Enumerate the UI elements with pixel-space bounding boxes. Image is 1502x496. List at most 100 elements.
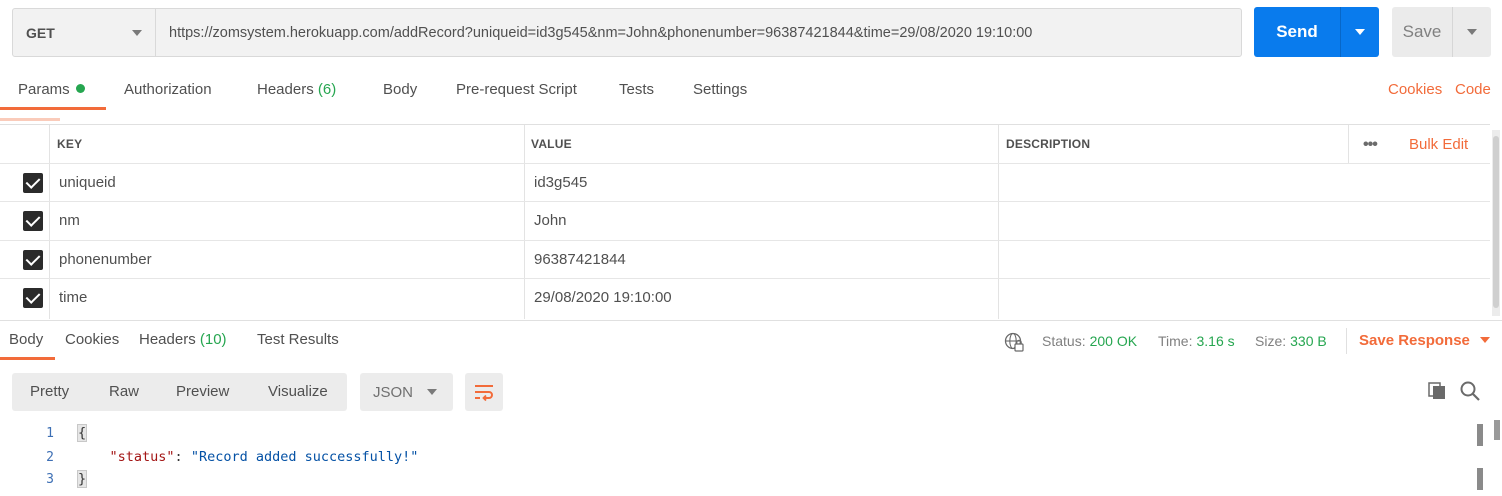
line-number: 1 bbox=[46, 426, 54, 441]
chevron-down-icon bbox=[1355, 29, 1365, 35]
size-readout[interactable]: Size: 330 B bbox=[1255, 333, 1327, 349]
bulk-edit-button[interactable]: Bulk Edit bbox=[1409, 136, 1468, 153]
tab-headers-label: Headers bbox=[257, 81, 314, 98]
tab-headers-count: (6) bbox=[317, 81, 337, 98]
value-column-header: VALUE bbox=[531, 137, 572, 151]
chevron-down-icon bbox=[1467, 29, 1477, 35]
param-value[interactable]: John bbox=[534, 212, 567, 229]
save-button[interactable]: Save bbox=[1392, 7, 1491, 57]
line-number: 2 bbox=[46, 450, 54, 465]
format-select[interactable]: JSON bbox=[360, 373, 453, 411]
time-value: 3.16 s bbox=[1196, 333, 1235, 349]
json-separator: : bbox=[174, 449, 191, 465]
wrap-lines-icon bbox=[475, 385, 493, 401]
table-row: phonenumber 96387421844 bbox=[0, 240, 1490, 278]
code-scrollbar[interactable] bbox=[1477, 424, 1483, 496]
time-readout[interactable]: Time: 3.16 s bbox=[1158, 333, 1235, 349]
tab-response-headers-label: Headers bbox=[139, 331, 196, 348]
send-button[interactable]: Send bbox=[1254, 7, 1379, 57]
param-key[interactable]: time bbox=[59, 289, 87, 306]
chevron-down-icon bbox=[1479, 337, 1490, 343]
page-scrollbar-thumb[interactable] bbox=[1494, 420, 1500, 440]
cookies-link[interactable]: Cookies bbox=[1388, 81, 1442, 98]
json-value: "Record added successfully!" bbox=[190, 449, 419, 465]
size-label: Size: bbox=[1255, 333, 1287, 349]
param-value[interactable]: id3g545 bbox=[534, 174, 587, 191]
chevron-down-icon bbox=[427, 389, 437, 395]
save-label: Save bbox=[1402, 22, 1442, 41]
param-key[interactable]: nm bbox=[59, 212, 80, 229]
tab-headers[interactable]: Headers (6) bbox=[257, 81, 336, 98]
code-line[interactable]: { bbox=[77, 424, 88, 442]
tab-params-label: Params bbox=[18, 81, 70, 98]
code-line[interactable]: "status": "Record added successfully!" bbox=[77, 449, 419, 465]
tab-response-headers-count: (10) bbox=[199, 331, 227, 348]
scrollbar-thumb[interactable] bbox=[1477, 424, 1483, 446]
tab-test-results[interactable]: Test Results bbox=[257, 331, 339, 348]
code-line[interactable]: } bbox=[77, 470, 88, 488]
code-link[interactable]: Code bbox=[1455, 81, 1491, 98]
copy-icon[interactable] bbox=[1427, 381, 1447, 401]
url-input[interactable]: https://zomsystem.herokuapp.com/addRecor… bbox=[156, 9, 1241, 56]
scrollbar-thumb[interactable] bbox=[1477, 468, 1483, 490]
scrollbar-thumb[interactable] bbox=[1493, 136, 1499, 308]
save-options-button[interactable] bbox=[1452, 7, 1491, 57]
save-response-button[interactable]: Save Response bbox=[1359, 332, 1490, 349]
view-visualize[interactable]: Visualize bbox=[268, 383, 328, 400]
globe-lock-icon[interactable] bbox=[1004, 332, 1024, 352]
code-brace: { bbox=[77, 424, 88, 442]
tab-response-cookies[interactable]: Cookies bbox=[65, 331, 119, 348]
method-select[interactable]: GET bbox=[13, 9, 156, 56]
tab-tests[interactable]: Tests bbox=[619, 81, 654, 98]
method-label: GET bbox=[26, 24, 55, 41]
checkbox-checked-icon[interactable] bbox=[23, 173, 43, 193]
tab-pre-request-script[interactable]: Pre-request Script bbox=[456, 81, 577, 98]
tab-body[interactable]: Body bbox=[383, 81, 417, 98]
active-tab-indicator bbox=[0, 107, 106, 110]
divider bbox=[1346, 328, 1347, 354]
status-readout: Status: 200 OK bbox=[1042, 333, 1137, 349]
checkbox-checked-icon[interactable] bbox=[23, 250, 43, 270]
param-key[interactable]: uniqueid bbox=[59, 174, 116, 191]
more-icon[interactable]: ••• bbox=[1363, 136, 1378, 154]
wrap-lines-button[interactable] bbox=[465, 373, 503, 411]
param-value[interactable]: 29/08/2020 19:10:00 bbox=[534, 289, 672, 306]
view-pretty[interactable]: Pretty bbox=[30, 383, 69, 400]
tab-params[interactable]: Params bbox=[18, 81, 85, 98]
view-preview[interactable]: Preview bbox=[176, 383, 229, 400]
view-raw[interactable]: Raw bbox=[109, 383, 139, 400]
divider bbox=[0, 320, 1502, 321]
tab-response-headers[interactable]: Headers (10) bbox=[139, 331, 227, 348]
time-label: Time: bbox=[1158, 333, 1193, 349]
json-key: "status" bbox=[109, 449, 175, 465]
checkbox-checked-icon[interactable] bbox=[23, 211, 43, 231]
status-value: 200 OK bbox=[1089, 333, 1138, 349]
params-active-dot-icon bbox=[75, 84, 85, 93]
send-options-button[interactable] bbox=[1340, 7, 1379, 57]
request-tabs: Params Authorization Headers (6) Body Pr… bbox=[0, 72, 1502, 110]
search-icon[interactable] bbox=[1459, 380, 1481, 402]
description-column-header: DESCRIPTION bbox=[1006, 137, 1091, 151]
tab-authorization[interactable]: Authorization bbox=[124, 81, 212, 98]
checkbox-checked-icon[interactable] bbox=[23, 288, 43, 308]
request-bar: GET https://zomsystem.herokuapp.com/addR… bbox=[12, 8, 1242, 57]
divider bbox=[1348, 125, 1349, 163]
param-key[interactable]: phonenumber bbox=[59, 251, 152, 268]
size-value: 330 B bbox=[1290, 333, 1327, 349]
active-tab-indicator bbox=[0, 357, 55, 360]
send-label: Send bbox=[1276, 22, 1318, 41]
chevron-down-icon bbox=[132, 29, 142, 36]
tab-settings[interactable]: Settings bbox=[693, 81, 747, 98]
code-brace: } bbox=[77, 470, 88, 488]
view-mode-group: Pretty Raw Preview Visualize bbox=[12, 373, 347, 411]
save-response-label: Save Response bbox=[1359, 332, 1470, 349]
tab-response-body[interactable]: Body bbox=[9, 331, 43, 348]
status-label: Status: bbox=[1042, 333, 1086, 349]
table-row: nm John bbox=[0, 201, 1490, 239]
params-scrollbar[interactable] bbox=[1492, 130, 1500, 316]
format-label: JSON bbox=[373, 383, 414, 401]
line-number: 3 bbox=[46, 472, 54, 487]
key-column-header: KEY bbox=[57, 137, 83, 151]
param-value[interactable]: 96387421844 bbox=[534, 251, 626, 268]
params-table: KEY VALUE DESCRIPTION ••• Bulk Edit uniq… bbox=[0, 124, 1490, 319]
